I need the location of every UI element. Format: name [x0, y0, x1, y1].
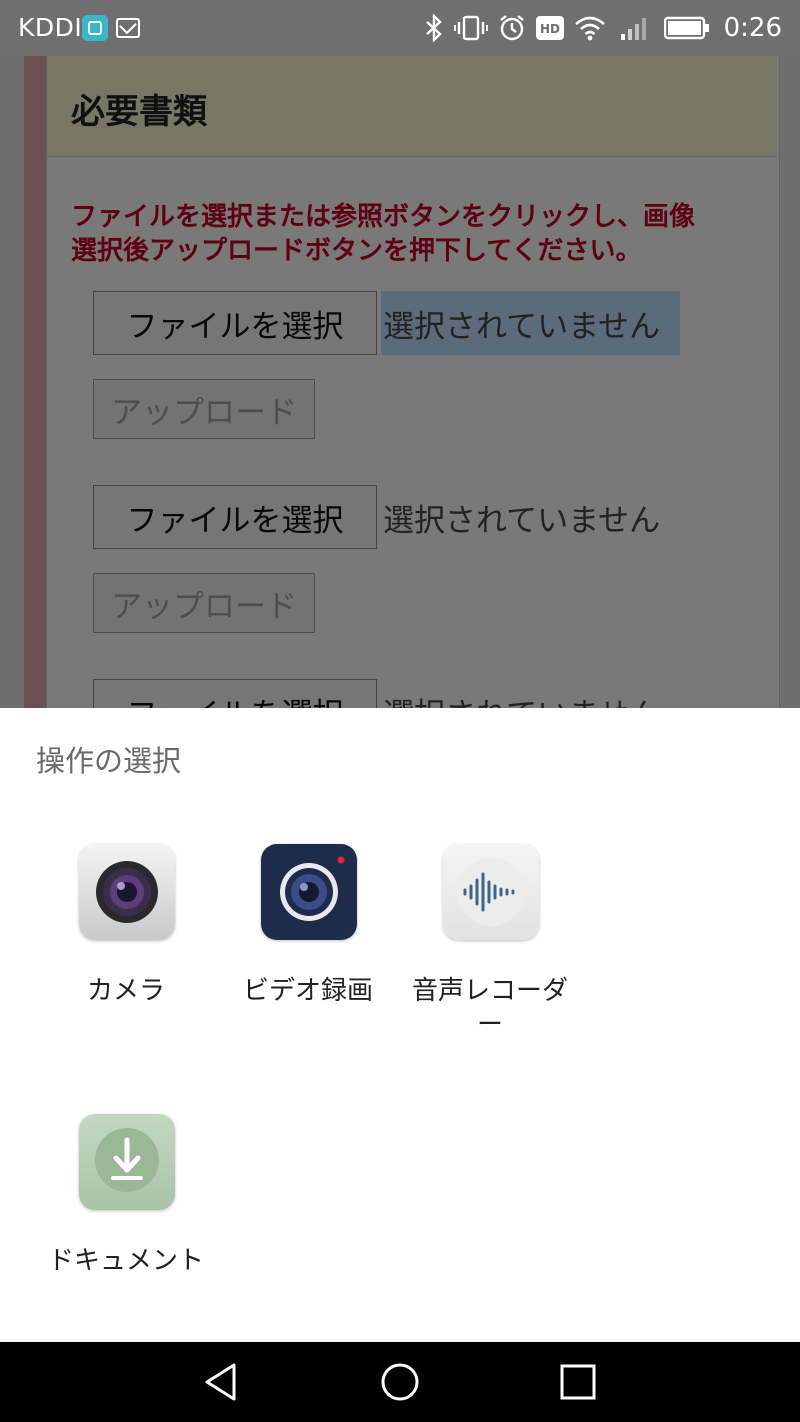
signal-icon: [620, 18, 646, 40]
document-download-icon: [79, 1114, 175, 1210]
scrim-overlay[interactable]: [0, 0, 800, 708]
chooser-title: 操作の選択: [36, 744, 182, 778]
battery-icon: [663, 16, 709, 40]
action-chooser-sheet: 操作の選択 カメラ ビデオ録画 音声レコーダ ー ドキュメント: [0, 708, 800, 1342]
navigation-bar: [0, 1342, 800, 1422]
bluetooth-icon: [425, 14, 442, 42]
status-bar: KDDI HD 0:26: [0, 0, 800, 56]
hd-label: HD: [540, 22, 560, 36]
option-camera-label: カメラ: [86, 976, 165, 1006]
option-video-label: ビデオ録画: [242, 976, 373, 1006]
option-camera[interactable]: カメラ: [36, 844, 216, 1054]
mail-icon: [116, 18, 140, 38]
vibrate-icon: [453, 15, 488, 41]
alarm-icon: [499, 15, 524, 41]
video-camera-icon: [261, 844, 357, 940]
option-documents-label: ドキュメント: [47, 1246, 204, 1276]
option-documents[interactable]: ドキュメント: [36, 1114, 216, 1324]
recents-icon[interactable]: [558, 1362, 598, 1402]
voice-recorder-icon: [443, 844, 539, 940]
option-voice-recorder-label: 音声レコーダ ー: [400, 974, 580, 1042]
clock: 0:26: [723, 13, 782, 43]
carrier-label: KDDI: [18, 13, 83, 42]
back-icon[interactable]: [202, 1362, 242, 1402]
option-voice-recorder-label-line1: 音声レコーダ: [411, 976, 568, 1006]
camera-icon: [79, 844, 175, 940]
option-voice-recorder[interactable]: 音声レコーダ ー: [400, 844, 580, 1054]
wifi-icon: [574, 16, 605, 41]
app-notification-icon: [82, 15, 108, 41]
hd-icon: HD: [535, 16, 564, 40]
home-icon[interactable]: [380, 1362, 420, 1402]
option-video-recording[interactable]: ビデオ録画: [218, 844, 398, 1054]
option-voice-recorder-label-line2: ー: [476, 1010, 503, 1040]
